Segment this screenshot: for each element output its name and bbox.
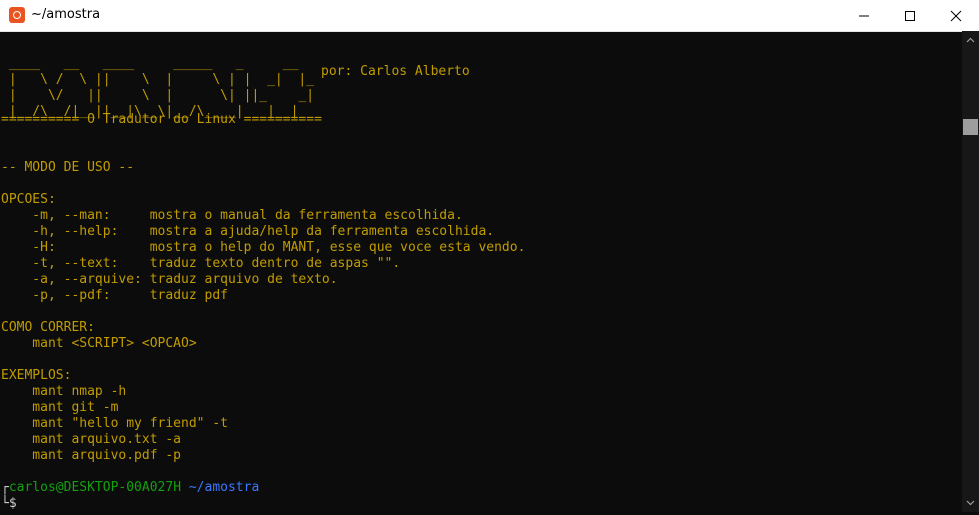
close-button[interactable] [933,0,979,31]
option-row: -a, --arquive: traduz arquivo de texto. [1,272,338,288]
scroll-down-button[interactable] [962,494,979,511]
prompt-line: ┌carlos@DESKTOP-00A027H ~/amostra [1,480,259,496]
scroll-up-button[interactable] [962,32,979,49]
vertical-scrollbar[interactable] [962,31,979,512]
option-row: -h, --help: mostra a ajuda/help da ferra… [1,224,494,240]
terminal-window: ~/amostra ____ __ ____ _____ _ __ por: C… [0,0,979,512]
minimize-button[interactable] [841,0,887,31]
maximize-button[interactable] [887,0,933,31]
prompt-corner: └ [1,496,9,511]
prompt-corner: ┌ [1,480,9,495]
example-line: mant nmap -h [1,384,127,399]
option-desc: mostra o help do MANT, esse que voce est… [149,240,526,255]
prompt-path: ~/amostra [188,480,260,495]
window-title: ~/amostra [31,7,101,22]
option-row: -p, --pdf: traduz pdf [1,288,228,304]
minimize-icon [859,15,869,17]
example-line: mant git -m [1,400,119,415]
usage-header: -- MODO DE USO -- [1,160,135,175]
banner-line: ____ __ ____ _____ _ __ [1,56,299,71]
run-header: COMO CORRER: [1,320,95,335]
chevron-up-icon [966,37,975,43]
chevron-down-icon [966,500,975,506]
banner-line: | \/ || \ | \| ||_ _| [1,88,315,103]
banner-line: | \ / \ || \ | \ | | _| |_ [1,72,330,87]
option-flag: -h, --help: [1,224,150,239]
option-desc: mostra o manual da ferramenta escolhida. [149,208,463,223]
examples-header: EXEMPLOS: [1,368,72,383]
maximize-icon [905,11,915,21]
options-header: OPCOES: [1,192,56,207]
prompt-symbol: $ [8,496,17,511]
scrollbar-thumb[interactable] [963,119,978,135]
option-flag: -H: [1,240,150,255]
terminal-output[interactable]: ____ __ ____ _____ _ __ por: Carlos Albe… [0,33,962,512]
subtitle-text: ========== O Tradutor do Linux =========… [1,112,322,127]
input-line[interactable]: └$ [1,496,17,512]
close-icon [950,10,962,22]
option-flag: -m, --man: [1,208,150,223]
option-desc: traduz arquivo de texto. [149,272,338,287]
title-bar[interactable]: ~/amostra [0,0,979,32]
example-line: mant arquivo.txt -a [1,432,182,447]
option-row: -m, --man: mostra o manual da ferramenta… [1,208,463,224]
option-row: -H: mostra o help do MANT, esse que voce… [1,240,525,256]
option-desc: mostra a ajuda/help da ferramenta escolh… [149,224,495,239]
option-flag: -p, --pdf: [1,288,150,303]
option-desc: traduz pdf [149,288,228,303]
ubuntu-icon [9,7,25,23]
run-usage: mant <SCRIPT> <OPCAO> [1,336,197,351]
example-line: mant arquivo.pdf -p [1,448,182,463]
option-flag: -t, --text: [1,256,150,271]
author-text: por: Carlos Alberto [321,64,470,79]
prompt-user-host: carlos@DESKTOP-00A027H [8,480,182,495]
option-desc: traduz texto dentro de aspas "". [149,256,401,271]
option-flag: -a, --arquive: [1,272,150,287]
example-line: mant "hello my friend" -t [1,416,228,431]
option-row: -t, --text: traduz texto dentro de aspas… [1,256,400,272]
